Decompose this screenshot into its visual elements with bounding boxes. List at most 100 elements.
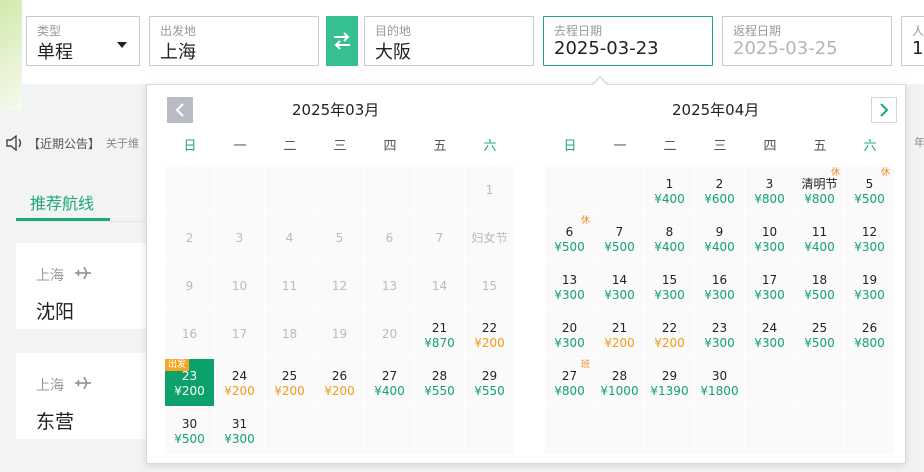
calendar-day: 3 bbox=[215, 215, 265, 263]
calendar-day[interactable]: 16 ¥300 bbox=[695, 263, 745, 311]
day-number: 21 bbox=[431, 321, 448, 335]
return-date-field[interactable]: 返程日期 2025-03-25 bbox=[722, 16, 892, 66]
calendar-day: 1 bbox=[465, 167, 515, 215]
calendar-day[interactable]: 22 ¥200 bbox=[645, 311, 695, 359]
weekday-label: 二 bbox=[663, 139, 677, 154]
passengers-label: 人 bbox=[912, 24, 924, 38]
depart-date-field[interactable]: 去程日期 2025-03-23 bbox=[543, 16, 713, 66]
arrival-city-value: 大阪 bbox=[375, 42, 411, 63]
day-price: ¥200 bbox=[324, 384, 355, 398]
route-card[interactable]: 上海 东营 bbox=[16, 353, 151, 439]
next-month-button[interactable] bbox=[871, 97, 897, 123]
arrival-city-field[interactable]: 目的地 大阪 bbox=[364, 16, 534, 66]
day-price: ¥800 bbox=[804, 192, 835, 206]
calendar-day[interactable]: 28 ¥550 bbox=[415, 359, 465, 407]
calendar-day[interactable]: 28 ¥1000 bbox=[595, 359, 645, 407]
calendar-day[interactable]: 3 ¥800 bbox=[745, 167, 795, 215]
swap-cities-button[interactable] bbox=[326, 16, 358, 66]
calendar-day[interactable]: 29 ¥550 bbox=[465, 359, 515, 407]
day-price: ¥300 bbox=[704, 288, 735, 302]
calendar-day[interactable]: 30 ¥1800 bbox=[695, 359, 745, 407]
day-price: ¥200 bbox=[174, 384, 205, 398]
notice-text[interactable]: 关于维 bbox=[106, 135, 139, 151]
calendar-day[interactable]: 23 ¥300 bbox=[695, 311, 745, 359]
calendar-empty-cell bbox=[265, 167, 315, 215]
calendar-day[interactable]: 10 ¥300 bbox=[745, 215, 795, 263]
calendar-day[interactable]: 21 ¥870 bbox=[415, 311, 465, 359]
calendar-day[interactable]: 2 ¥600 bbox=[695, 167, 745, 215]
calendar-day: 妇女节 bbox=[465, 215, 515, 263]
day-number: 25 bbox=[281, 369, 298, 383]
day-number: 17 bbox=[761, 273, 778, 287]
day-price: ¥800 bbox=[854, 336, 885, 350]
date-picker-popup: 2025年03月 2025年04月 日一二三四五六 日一二三四五六 123456… bbox=[146, 84, 906, 464]
depart-date-label: 去程日期 bbox=[554, 24, 603, 38]
day-price: ¥300 bbox=[654, 288, 685, 302]
calendar-day[interactable]: 6 ¥500 休 bbox=[545, 215, 595, 263]
day-number: 7 bbox=[435, 231, 444, 245]
day-number: 28 bbox=[611, 369, 628, 383]
calendar-day[interactable]: 29 ¥1390 bbox=[645, 359, 695, 407]
calendar-day[interactable]: 8 ¥400 bbox=[645, 215, 695, 263]
day-number: 16 bbox=[181, 327, 198, 341]
passengers-field[interactable]: 人 1 bbox=[901, 16, 924, 66]
calendar-day-selected[interactable]: 23 ¥200 出发 bbox=[165, 359, 215, 407]
calendar-day[interactable]: 30 ¥500 bbox=[165, 407, 215, 455]
day-number: 24 bbox=[231, 369, 248, 383]
calendar-day[interactable]: 17 ¥300 bbox=[745, 263, 795, 311]
calendar-day: 12 bbox=[315, 263, 365, 311]
calendar-day[interactable]: 22 ¥200 bbox=[465, 311, 515, 359]
day-price: ¥300 bbox=[754, 288, 785, 302]
route-destination: 东营 bbox=[36, 411, 75, 433]
prev-month-button[interactable] bbox=[167, 97, 193, 123]
calendar-day[interactable]: 7 ¥500 bbox=[595, 215, 645, 263]
calendar-day[interactable]: 27 ¥400 bbox=[365, 359, 415, 407]
calendar-empty-cell bbox=[315, 407, 365, 455]
weekday-label: 日 bbox=[183, 139, 197, 154]
departure-city-field[interactable]: 出发地 上海 bbox=[149, 16, 319, 66]
calendar-day: 7 bbox=[415, 215, 465, 263]
day-number: 30 bbox=[181, 417, 198, 431]
calendar-empty-cell bbox=[365, 167, 415, 215]
day-price: ¥500 bbox=[604, 240, 635, 254]
calendar-day[interactable]: 25 ¥500 bbox=[795, 311, 845, 359]
calendar-day: 16 bbox=[165, 311, 215, 359]
calendar-day[interactable]: 19 ¥300 bbox=[845, 263, 895, 311]
route-card[interactable]: 上海 沈阳 bbox=[16, 243, 151, 329]
calendar-day[interactable]: 20 ¥300 bbox=[545, 311, 595, 359]
calendar-day[interactable]: 13 ¥300 bbox=[545, 263, 595, 311]
calendar-day[interactable]: 12 ¥300 bbox=[845, 215, 895, 263]
calendar-day[interactable]: 18 ¥500 bbox=[795, 263, 845, 311]
calendar-day[interactable]: 26 ¥800 bbox=[845, 311, 895, 359]
day-number: 26 bbox=[331, 369, 348, 383]
calendar-day[interactable]: 1 ¥400 bbox=[645, 167, 695, 215]
calendar-day[interactable]: 5 ¥500 休 bbox=[845, 167, 895, 215]
calendar-day[interactable]: 25 ¥200 bbox=[265, 359, 315, 407]
calendar-day[interactable]: 9 ¥400 bbox=[695, 215, 745, 263]
calendar-day[interactable]: 清明节 ¥800 休 bbox=[795, 167, 845, 215]
calendar-day[interactable]: 24 ¥300 bbox=[745, 311, 795, 359]
calendar-day[interactable]: 15 ¥300 bbox=[645, 263, 695, 311]
notice-label: 【近期公告】 bbox=[28, 136, 101, 151]
day-number: 23 bbox=[181, 369, 198, 383]
day-price: ¥200 bbox=[474, 336, 505, 350]
calendar-day[interactable]: 21 ¥200 bbox=[595, 311, 645, 359]
tab-recommended-routes[interactable]: 推荐航线 bbox=[30, 190, 94, 214]
calendar-day: 10 bbox=[215, 263, 265, 311]
calendar-day[interactable]: 26 ¥200 bbox=[315, 359, 365, 407]
calendar-day[interactable]: 11 ¥400 bbox=[795, 215, 845, 263]
day-price: ¥600 bbox=[704, 192, 735, 206]
calendar-day: 2 bbox=[165, 215, 215, 263]
calendar-day[interactable]: 27 ¥800 班 bbox=[545, 359, 595, 407]
trip-type-select[interactable]: 类型 单程 bbox=[26, 16, 140, 66]
day-price: ¥300 bbox=[554, 288, 585, 302]
day-number: 11 bbox=[811, 225, 828, 239]
calendar-day[interactable]: 31 ¥300 bbox=[215, 407, 265, 455]
day-number: 31 bbox=[231, 417, 248, 431]
day-number: 19 bbox=[861, 273, 878, 287]
day-price: ¥300 bbox=[224, 432, 255, 446]
calendar-day[interactable]: 24 ¥200 bbox=[215, 359, 265, 407]
calendar-day[interactable]: 14 ¥300 bbox=[595, 263, 645, 311]
return-date-label: 返程日期 bbox=[733, 24, 782, 38]
day-number: 14 bbox=[431, 279, 448, 293]
